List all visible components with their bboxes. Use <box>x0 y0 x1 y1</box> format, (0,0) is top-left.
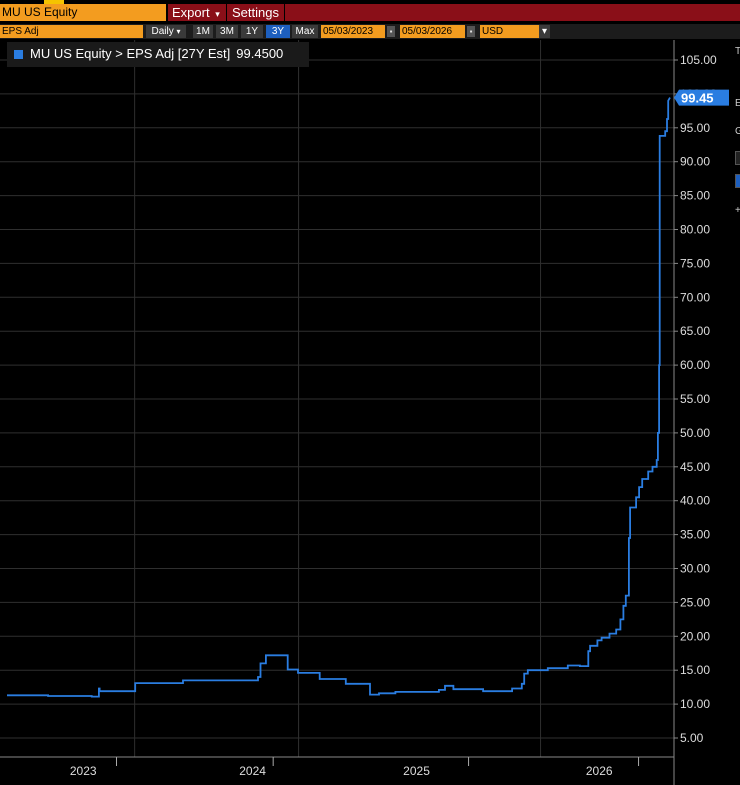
chevron-down-icon[interactable]: ▾ <box>539 25 550 38</box>
legend-text: MU US Equity > EPS Adj [27Y Est] 99.4500 <box>30 46 283 61</box>
y-tick-label: 90.00 <box>680 155 710 169</box>
y-tick-label: 55.00 <box>680 392 710 406</box>
axis-layer: 5.00 10.00 15.00 20.00 25.00 30.00 35.00 40.00 4… <box>0 40 717 785</box>
y-tick-label: 5.00 <box>680 731 704 745</box>
y-tick-label: 45.00 <box>680 460 710 474</box>
menu-divider <box>226 4 227 21</box>
range-3m-button[interactable]: 3M <box>216 25 238 38</box>
x-tick-label: 2024 <box>239 764 266 778</box>
legend-label: MU US Equity > EPS Adj [27Y Est] <box>30 46 231 61</box>
chevron-down-icon: ▾ <box>176 27 181 36</box>
start-date-input[interactable]: 05/03/2023 <box>321 25 385 38</box>
side-panel: T E G + <box>733 40 740 785</box>
end-date-input[interactable]: 05/03/2026 <box>400 25 465 38</box>
calendar-icon[interactable]: ▪ <box>387 26 395 37</box>
y-tick-label: 95.00 <box>680 121 710 135</box>
settings-button[interactable]: Settings <box>228 4 283 21</box>
eps-series-line <box>7 97 671 698</box>
y-tick-label: 70.00 <box>680 290 710 304</box>
menu-divider <box>284 4 285 21</box>
y-tick-label: 15.00 <box>680 663 710 677</box>
y-tick-label: 75.00 <box>680 256 710 270</box>
side-panel-letter: T <box>735 46 740 57</box>
y-tick-label: 10.00 <box>680 697 710 711</box>
last-value-layer: 99.45 <box>674 89 729 106</box>
y-tick-label: 25.00 <box>680 595 710 609</box>
side-panel-letter: + <box>735 205 740 216</box>
x-tick-label: 2023 <box>70 764 97 778</box>
y-tick-label: 35.00 <box>680 528 710 542</box>
y-tick-label: 85.00 <box>680 189 710 203</box>
field-input[interactable]: EPS Adj <box>0 25 143 38</box>
range-1m-button[interactable]: 1M <box>193 25 213 38</box>
y-tick-label: 65.00 <box>680 324 710 338</box>
y-tick-label: 20.00 <box>680 629 710 643</box>
export-label: Export <box>172 5 210 20</box>
export-button[interactable]: Export ▾ <box>168 4 224 21</box>
y-tick-label: 80.00 <box>680 223 710 237</box>
y-tick-label: 50.00 <box>680 426 710 440</box>
last-value-text: 99.45 <box>681 91 714 106</box>
legend[interactable]: MU US Equity > EPS Adj [27Y Est] 99.4500 <box>7 42 309 67</box>
side-panel-letter: E <box>735 98 740 109</box>
calendar-icon[interactable]: ▪ <box>467 26 475 37</box>
y-tick-label: 40.00 <box>680 494 710 508</box>
legend-swatch <box>14 50 23 59</box>
x-tick-label: 2025 <box>403 764 430 778</box>
security-field[interactable]: MU US Equity <box>0 4 166 21</box>
range-1y-button[interactable]: 1Y <box>241 25 263 38</box>
y-tick-label: 105.00 <box>680 53 717 67</box>
currency-select[interactable]: USD <box>480 25 539 38</box>
range-max-button[interactable]: Max <box>292 25 318 38</box>
side-panel-letter: G <box>735 126 740 137</box>
y-tick-label: 60.00 <box>680 358 710 372</box>
last-value-label: 99.45 <box>674 89 729 106</box>
grid-layer <box>0 40 674 757</box>
y-tick-label: 30.00 <box>680 562 710 576</box>
x-tick-label: 2026 <box>586 764 613 778</box>
series-layer <box>7 97 671 698</box>
chevron-down-icon: ▾ <box>215 9 220 19</box>
eps-chart[interactable]: 5.00 10.00 15.00 20.00 25.00 30.00 35.00 40.00 4… <box>0 40 733 785</box>
side-panel-control[interactable] <box>735 151 740 165</box>
side-panel-control[interactable] <box>735 174 740 188</box>
legend-value: 99.4500 <box>236 46 284 61</box>
range-3y-button[interactable]: 3Y <box>266 25 290 38</box>
frequency-select[interactable]: Daily ▾ <box>146 25 186 38</box>
frequency-label: Daily <box>151 26 174 37</box>
